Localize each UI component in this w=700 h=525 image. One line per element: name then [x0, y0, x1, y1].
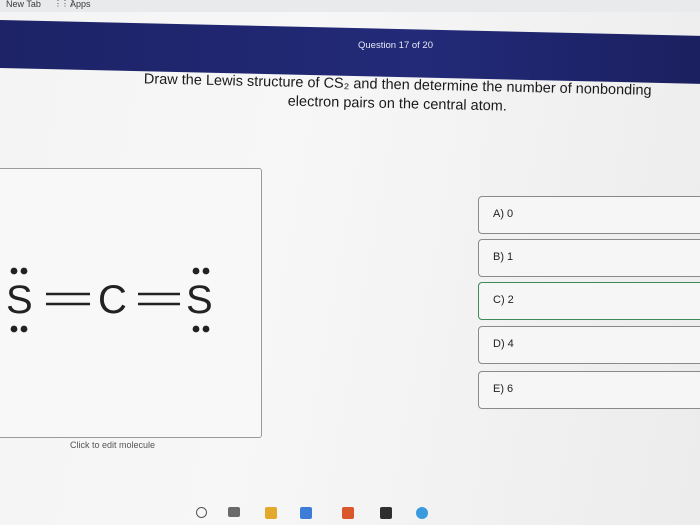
- answer-option-d[interactable]: D) 4: [478, 326, 700, 364]
- answer-option-label: C) 2: [493, 294, 514, 306]
- answer-option-label: A) 0: [493, 208, 514, 220]
- atom-sulfur-left[interactable]: S: [6, 278, 33, 322]
- office-icon[interactable]: [342, 507, 354, 519]
- bond-double-right[interactable]: [138, 292, 180, 306]
- task-view-icon[interactable]: [228, 507, 240, 517]
- answer-option-label: E) 6: [493, 383, 514, 395]
- answer-option-label: B) 1: [493, 251, 514, 263]
- apps-label[interactable]: Apps: [70, 0, 91, 9]
- answer-option-c[interactable]: C) 2: [478, 282, 700, 320]
- answer-option-b[interactable]: B) 1: [478, 239, 700, 277]
- search-icon[interactable]: [196, 507, 207, 518]
- edge-browser-icon[interactable]: [300, 507, 312, 519]
- answer-option-label: D) 4: [493, 338, 514, 350]
- answer-option-e[interactable]: E) 6: [478, 371, 700, 409]
- bond-double-left[interactable]: [46, 292, 90, 306]
- new-tab-label[interactable]: New Tab: [6, 0, 41, 9]
- answer-option-a[interactable]: A) 0: [478, 196, 700, 234]
- atom-sulfur-right[interactable]: S: [186, 278, 213, 322]
- chrome-icon[interactable]: [416, 507, 428, 519]
- lewis-structure[interactable]: S C S: [0, 250, 240, 340]
- question-counter: Question 17 of 20: [358, 40, 433, 51]
- file-explorer-icon[interactable]: [265, 507, 277, 519]
- atom-carbon[interactable]: C: [98, 278, 127, 322]
- browser-toolbar: New Tab ⋮⋮⋮ Apps: [0, 0, 700, 12]
- store-icon[interactable]: [380, 507, 392, 519]
- edit-molecule-hint[interactable]: Click to edit molecule: [70, 440, 155, 450]
